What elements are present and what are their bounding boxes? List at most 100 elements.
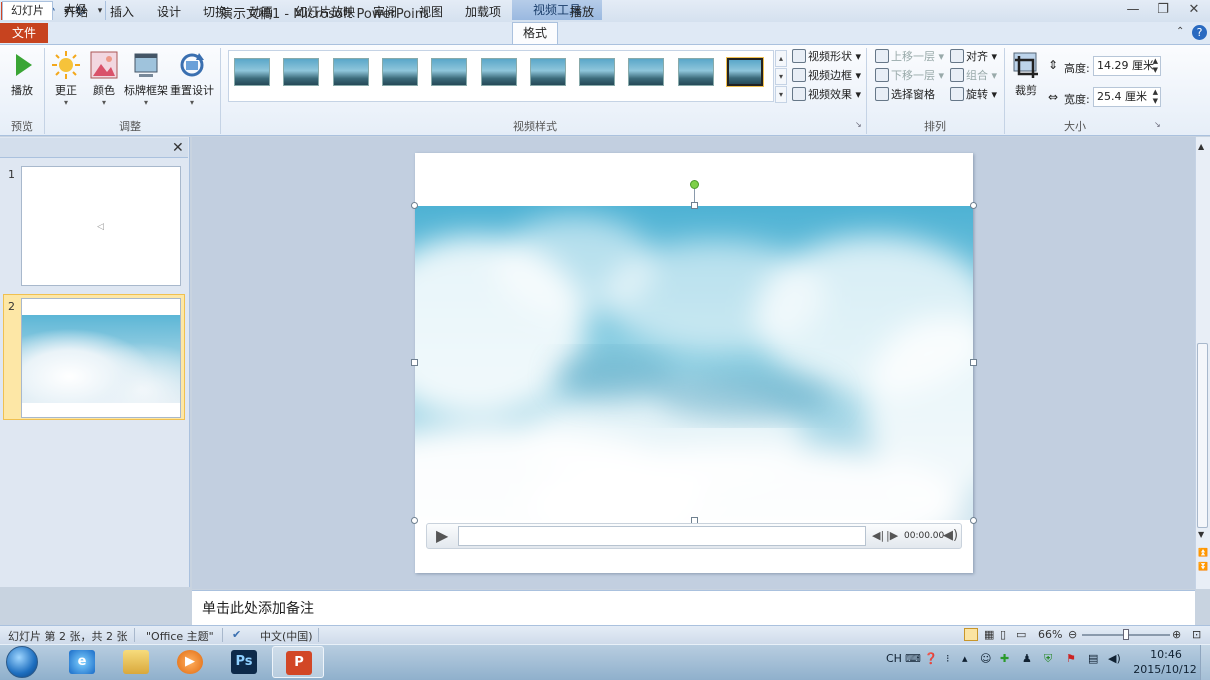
tab-addins[interactable]: 加载项 (461, 2, 505, 22)
video-style-thumbnail[interactable] (431, 58, 468, 86)
resize-handle[interactable] (411, 202, 418, 209)
dialog-launcher-icon[interactable]: ↘ (855, 120, 862, 129)
resize-handle[interactable] (970, 517, 977, 524)
gallery-scroll-down[interactable]: ▾ (775, 68, 787, 85)
rotate-button[interactable]: 旋转 ▾ (950, 86, 997, 104)
reading-view-icon[interactable]: ▯ (1000, 628, 1006, 641)
tab-outline[interactable]: 大纲 (56, 1, 106, 20)
scroll-up-icon[interactable]: ▲ (1198, 142, 1204, 152)
notes-pane[interactable] (192, 590, 1195, 625)
theme-name[interactable]: "Office 主题" (146, 628, 214, 644)
taskbar-media-player[interactable]: ▶ (164, 646, 216, 678)
zoom-level[interactable]: 66% (1038, 628, 1062, 641)
close-button[interactable]: ✕ (1183, 2, 1205, 18)
taskbar-photoshop[interactable]: Ps (218, 646, 270, 678)
tab-view[interactable]: 视图 (415, 2, 447, 22)
video-style-thumbnail[interactable] (332, 58, 369, 86)
tab-animations[interactable]: 动画 (245, 2, 277, 22)
align-button[interactable]: 对齐 ▾ (950, 48, 997, 66)
ime-options-icon[interactable]: ⁝ (946, 652, 950, 665)
video-effects-button[interactable]: 视频效果 ▾ (792, 86, 861, 104)
step-back-icon[interactable]: ◀| (872, 529, 884, 542)
video-style-thumbnail[interactable] (480, 58, 517, 86)
resize-handle[interactable] (411, 359, 418, 366)
color-button[interactable]: 颜色 ▾ (82, 50, 126, 107)
keyboard-icon[interactable]: ⌨ (905, 652, 921, 665)
video-progress-bar[interactable] (458, 526, 866, 546)
flag-icon[interactable]: ⚑ (1066, 652, 1076, 665)
video-style-thumbnail[interactable] (529, 58, 566, 86)
help-tray-icon[interactable]: ❓ (924, 652, 938, 665)
slide-sorter-icon[interactable]: ▦ (984, 628, 994, 641)
selection-pane-button[interactable]: 选择窗格 (875, 86, 935, 104)
poster-frame-button[interactable]: 标牌框架 ▾ (124, 50, 168, 107)
next-slide-icon[interactable]: ⏬ (1198, 562, 1208, 572)
scroll-down-icon[interactable]: ▼ (1198, 530, 1204, 540)
taskbar-file-explorer[interactable] (110, 646, 162, 678)
reset-design-button[interactable]: 重置设计 ▾ (170, 50, 214, 107)
video-style-thumbnail[interactable] (283, 58, 320, 86)
video-style-thumbnail[interactable] (234, 58, 270, 86)
close-pane-icon[interactable]: ✕ (172, 140, 184, 156)
gallery-scroll-up[interactable]: ▴ (775, 50, 787, 67)
zoom-in-icon[interactable]: ⊕ (1172, 628, 1181, 641)
security-tray-icon[interactable]: ✚ (1000, 652, 1009, 665)
clock-time[interactable]: 10:46 (1146, 648, 1186, 661)
dialog-launcher-icon[interactable]: ↘ (1154, 120, 1161, 129)
tab-playback[interactable]: 播放 (566, 2, 598, 22)
qq-tray-icon[interactable]: ♟ (1022, 652, 1032, 665)
crop-button[interactable]: 裁剪 (1006, 50, 1046, 98)
notes-placeholder[interactable]: 单击此处添加备注 (202, 598, 314, 618)
slide-thumbnail-2[interactable] (21, 298, 181, 418)
send-backward-button[interactable]: 下移一层 ▾ (875, 67, 944, 85)
video-style-thumbnail[interactable] (726, 57, 764, 87)
video-style-thumbnail[interactable] (628, 58, 665, 86)
video-shape-button[interactable]: 视频形状 ▾ (792, 48, 861, 66)
scrollbar-thumb[interactable] (1197, 343, 1208, 528)
taskbar-internet-explorer[interactable]: e (56, 646, 108, 678)
start-button[interactable] (6, 646, 38, 678)
width-spinner[interactable]: ▲ ▼ (1153, 88, 1158, 106)
previous-slide-icon[interactable]: ⏫ (1198, 548, 1208, 558)
clock-date[interactable]: 2015/10/12 (1133, 663, 1197, 676)
normal-view-icon[interactable] (964, 628, 978, 641)
step-forward-icon[interactable]: |▶ (886, 529, 898, 542)
zoom-slider-knob[interactable] (1123, 629, 1129, 640)
play-button[interactable]: 播放 (0, 50, 44, 98)
gallery-more-button[interactable]: ▾ (775, 86, 787, 103)
restore-button[interactable]: ❐ (1152, 2, 1174, 18)
volume-tray-icon[interactable]: ◀) (1108, 652, 1121, 665)
tab-slides[interactable]: 幻灯片 (2, 1, 53, 20)
tab-transitions[interactable]: 切换 (199, 2, 231, 22)
video-border-button[interactable]: 视频边框 ▾ (792, 67, 861, 85)
tab-file[interactable]: 文件 (0, 23, 48, 43)
tab-review[interactable]: 审阅 (369, 2, 401, 22)
video-play-icon[interactable]: ▶ (436, 526, 448, 545)
resize-handle[interactable] (970, 202, 977, 209)
group-button[interactable]: 组合 ▾ (950, 67, 997, 85)
tab-slideshow[interactable]: 幻灯片放映 (291, 2, 359, 22)
slideshow-view-icon[interactable]: ▭ (1016, 628, 1026, 641)
taskbar-powerpoint[interactable]: P (272, 646, 324, 678)
shield-icon[interactable]: ⛨ (1044, 652, 1052, 666)
minimize-ribbon-icon[interactable]: ⌃ (1176, 26, 1184, 37)
height-field[interactable]: 14.29 厘米 ▲ ▼ (1093, 56, 1161, 76)
resize-handle[interactable] (411, 517, 418, 524)
show-desktop-button[interactable] (1200, 645, 1210, 680)
minimize-button[interactable]: — (1122, 2, 1144, 18)
bring-forward-button[interactable]: 上移一层 ▾ (875, 48, 944, 66)
user-tray-icon[interactable]: ☺ (980, 652, 991, 665)
help-icon[interactable]: ? (1192, 25, 1207, 40)
slide-thumbnail-1[interactable]: ◁ (21, 166, 181, 286)
rotation-handle[interactable] (690, 180, 699, 189)
tray-expand-icon[interactable]: ▴ (962, 652, 968, 665)
tab-design[interactable]: 设计 (153, 2, 185, 22)
tab-insert[interactable]: 插入 (106, 2, 138, 22)
video-style-thumbnail[interactable] (381, 58, 418, 86)
tab-format[interactable]: 格式 (512, 22, 558, 44)
video-clip[interactable] (415, 206, 973, 520)
height-spinner[interactable]: ▲ ▼ (1153, 57, 1158, 75)
fit-to-window-icon[interactable]: ⊡ (1192, 628, 1201, 641)
volume-icon[interactable]: ◀) (943, 528, 958, 543)
zoom-out-icon[interactable]: ⊖ (1068, 628, 1077, 641)
